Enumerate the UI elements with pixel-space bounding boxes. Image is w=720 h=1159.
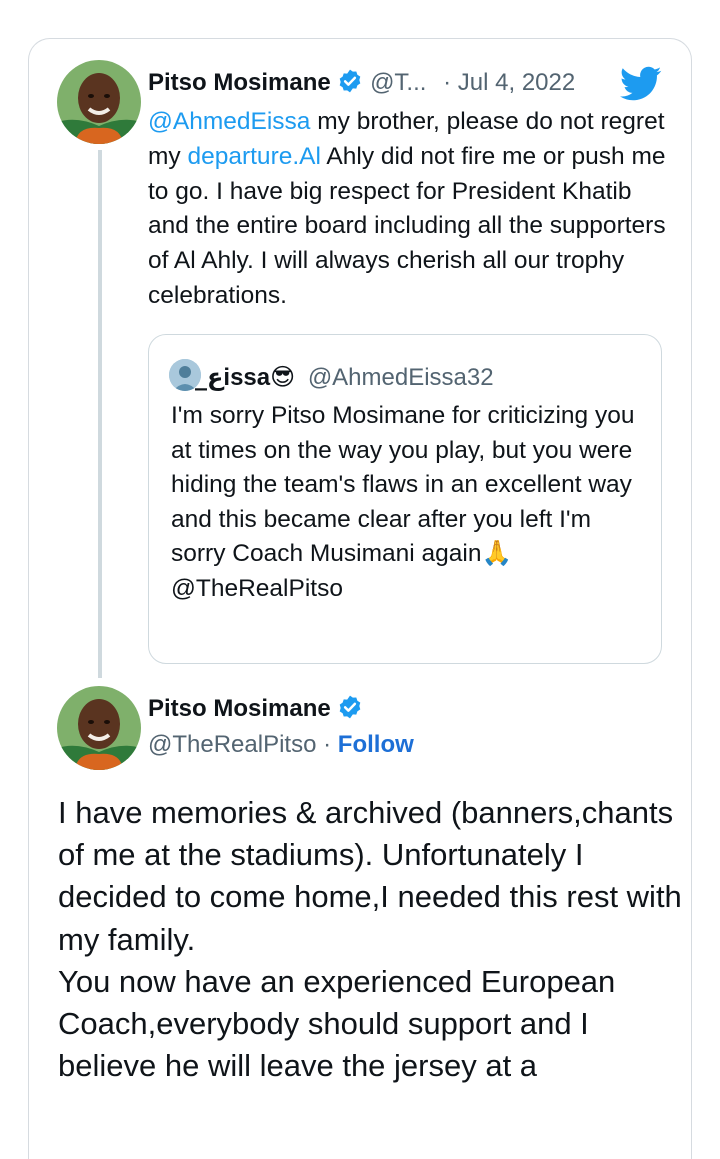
- reply-author-handle[interactable]: @TheRealPitso: [148, 731, 316, 758]
- twitter-bird-icon[interactable]: [620, 66, 662, 107]
- separator-dot: ·: [323, 731, 332, 758]
- quoted-header: ع̲issa😎 @AhmedEissa32: [169, 359, 494, 393]
- quoted-tweet[interactable]: ع̲issa😎 @AhmedEissa32 I'm sorry Pitso Mo…: [148, 334, 662, 664]
- separator-dot: ·: [443, 69, 452, 96]
- verified-badge-icon: [337, 68, 363, 102]
- tweet-text: @AhmedEissa my brother, please do not re…: [148, 105, 668, 314]
- author-name[interactable]: Pitso Mosimane: [148, 69, 331, 96]
- reply-text: I have memories & archived (banners,chan…: [58, 795, 682, 1084]
- reply-author-avatar[interactable]: [57, 686, 141, 770]
- verified-badge-icon: [337, 694, 363, 728]
- author-avatar[interactable]: [57, 60, 141, 144]
- reply-author-name[interactable]: Pitso Mosimane: [148, 695, 331, 722]
- follow-button[interactable]: Follow: [338, 731, 414, 758]
- tweet-header: Pitso Mosimane @T... · Jul 4, 2022: [148, 68, 575, 102]
- quoted-author-handle[interactable]: @AhmedEissa32: [308, 364, 494, 391]
- reply-subheader: @TheRealPitso · Follow: [148, 730, 414, 760]
- quoted-mention: @TheRealPitso: [171, 574, 343, 602]
- thread-connector: [98, 150, 102, 678]
- reply-header: Pitso Mosimane: [148, 694, 363, 728]
- quoted-author-name[interactable]: ع̲issa😎: [207, 364, 295, 391]
- departure-link[interactable]: departure.Al: [187, 143, 320, 170]
- quoted-body: I'm sorry Pitso Mosimane for criticizing…: [171, 402, 635, 568]
- mention-link[interactable]: @AhmedEissa: [148, 108, 310, 135]
- author-handle[interactable]: @T...: [370, 69, 426, 96]
- quoted-text: I'm sorry Pitso Mosimane for criticizing…: [171, 399, 651, 607]
- tweet-date[interactable]: Jul 4, 2022: [458, 69, 575, 96]
- quoted-avatar[interactable]: [169, 359, 201, 391]
